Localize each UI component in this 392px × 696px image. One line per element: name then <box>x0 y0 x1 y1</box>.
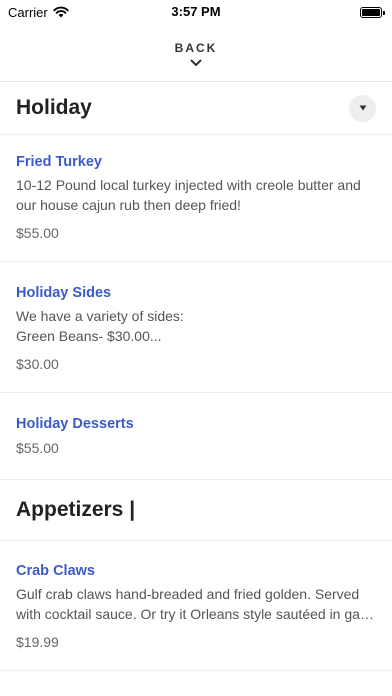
chevron-down-icon <box>190 59 202 66</box>
wifi-icon <box>53 6 69 18</box>
section-title: Holiday <box>16 96 92 119</box>
item-description: We have a variety of sides: Green Beans-… <box>16 308 184 344</box>
menu-item-holiday-desserts[interactable]: Holiday Desserts $55.00 <box>0 393 392 479</box>
item-name: Crab Claws <box>16 563 95 579</box>
back-button[interactable]: BACK <box>0 24 392 82</box>
item-price: $55.00 <box>16 440 59 456</box>
section-title: Appetizers | <box>16 498 136 521</box>
item-description-line-2: with cocktail sauce. Or try it Orleans s… <box>16 606 376 622</box>
menu-item-holiday-sides[interactable]: Holiday Sides We have a variety of sides… <box>0 262 392 393</box>
battery-icon <box>360 6 385 18</box>
caret-down-icon <box>359 105 366 111</box>
item-description-line-1: Gulf crab claws hand-breaded and fried g… <box>16 586 360 602</box>
status-left: Carrier <box>8 5 69 20</box>
item-price: $30.00 <box>16 356 59 372</box>
item-description: 10-12 Pound local turkey injected with c… <box>16 177 361 213</box>
item-price: $55.00 <box>16 225 59 241</box>
collapse-button[interactable] <box>349 94 376 122</box>
section-header-holiday[interactable]: Holiday <box>0 82 392 135</box>
back-label: BACK <box>174 40 218 55</box>
carrier-label: Carrier <box>8 4 48 20</box>
menu-item-fried-turkey[interactable]: Fried Turkey 10-12 Pound local turkey in… <box>0 135 392 262</box>
item-name: Holiday Sides <box>16 285 112 301</box>
menu-item-crab-claws[interactable]: Crab Claws Gulf crab claws hand-breaded … <box>0 541 392 671</box>
section-header-appetizers[interactable]: Appetizers | <box>0 479 392 541</box>
item-name: Holiday Desserts <box>16 416 134 432</box>
status-bar: Carrier 3:57 PM <box>0 0 392 24</box>
item-name: Fried Turkey <box>16 154 102 170</box>
item-price: $19.99 <box>16 634 59 650</box>
